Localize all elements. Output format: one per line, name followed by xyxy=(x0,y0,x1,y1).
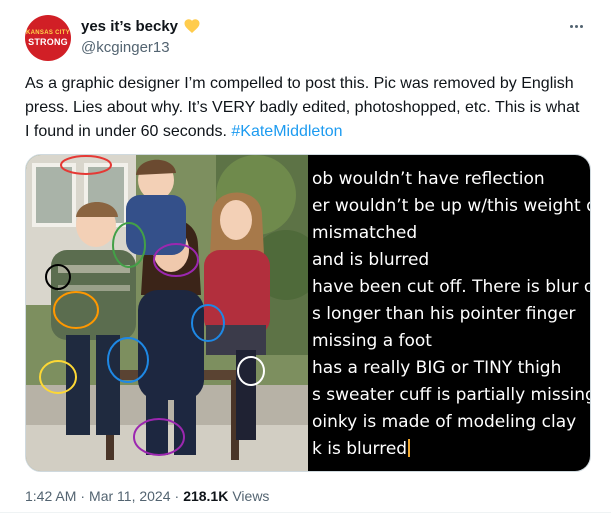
text-cursor xyxy=(408,439,411,457)
annotation-line: k is blurred xyxy=(312,439,408,459)
photo-illustration xyxy=(26,155,308,471)
views-count: 218.1K xyxy=(183,488,229,504)
annotation-line-last: k is blurred xyxy=(312,439,411,459)
annotation-line: ob wouldn’t have reflection xyxy=(312,169,545,189)
avatar-text-small: KANSAS CITY xyxy=(26,29,70,36)
annotation-line: oinky is made of modeling clay xyxy=(312,412,577,432)
separator: · xyxy=(174,488,180,504)
author-handle[interactable]: @kcginger13 xyxy=(81,39,170,56)
views-label: Views xyxy=(232,488,270,504)
annotation-line: has a really BIG or TINY thigh xyxy=(312,358,562,378)
separator: · xyxy=(80,488,86,504)
hashtag-link[interactable]: #KateMiddleton xyxy=(231,123,342,140)
media-attachment[interactable]: ob wouldn’t have reflection er wouldn’t … xyxy=(25,154,591,472)
avatar[interactable]: KANSAS CITY STRONG xyxy=(25,15,71,61)
annotation-line: s sweater cuff is partially missing xyxy=(312,385,590,405)
yellow-heart-icon xyxy=(184,19,200,33)
display-name[interactable]: yes it’s becky xyxy=(81,18,178,35)
annotation-line: s longer than his pointer finger xyxy=(312,304,576,324)
annotation-text-panel: ob wouldn’t have reflection er wouldn’t … xyxy=(308,155,590,471)
annotation-line: missing a foot xyxy=(312,331,432,351)
tweet-time[interactable]: 1:42 AM xyxy=(25,488,76,504)
annotation-line: er wouldn’t be up w/this weight di xyxy=(312,196,590,216)
tweet-meta: 1:42 AM · Mar 11, 2024 · 218.1K Views xyxy=(25,488,269,504)
tweet-card: KANSAS CITY STRONG yes it’s becky @kcgin… xyxy=(0,0,611,514)
annotation-line: mismatched xyxy=(312,223,418,243)
tweet-date[interactable]: Mar 11, 2024 xyxy=(89,488,170,504)
avatar-text-big: STRONG xyxy=(28,36,68,47)
divider xyxy=(0,512,611,513)
family-photo[interactable] xyxy=(26,155,308,471)
tweet-text: As a graphic designer I’m compelled to p… xyxy=(25,72,585,144)
author-name-row[interactable]: yes it’s becky xyxy=(81,17,201,35)
annotation-line: have been cut off. There is blur o xyxy=(312,277,590,297)
more-options-icon[interactable] xyxy=(565,18,587,34)
annotation-line: and is blurred xyxy=(312,250,430,270)
